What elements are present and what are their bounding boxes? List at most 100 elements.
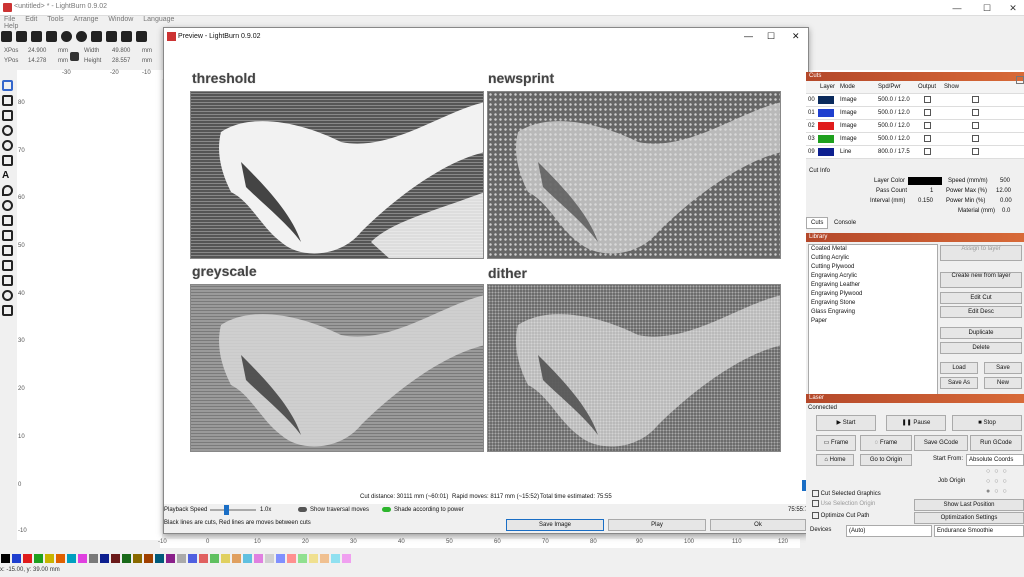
palette-swatch[interactable] [331, 554, 340, 563]
palette-swatch[interactable] [177, 554, 186, 563]
palette-swatch[interactable] [100, 554, 109, 563]
palette-swatch[interactable] [89, 554, 98, 563]
text-tool-icon[interactable]: A [2, 170, 13, 181]
speed-field[interactable]: 500 [1000, 176, 1010, 186]
show-checkbox[interactable] [972, 122, 979, 129]
play-button[interactable]: Play [608, 519, 706, 531]
library-item[interactable]: Paper [809, 317, 937, 326]
menu-window[interactable]: Window [108, 16, 133, 23]
ok-button[interactable]: Ok [710, 519, 806, 531]
pass-count-field[interactable]: 1 [930, 186, 933, 196]
device-select[interactable]: (Auto) [846, 525, 932, 537]
palette-swatch[interactable] [12, 554, 21, 563]
output-checkbox[interactable] [924, 109, 931, 116]
save-image-button[interactable]: Save Image [506, 519, 604, 531]
palette-swatch[interactable] [320, 554, 329, 563]
offset-tool-icon[interactable] [2, 200, 13, 211]
cut-selected-checkbox[interactable] [812, 490, 819, 497]
minimize-icon[interactable]: — [744, 31, 753, 41]
boolean-tool-icon[interactable] [2, 230, 13, 241]
palette-swatch[interactable] [254, 554, 263, 563]
palette-swatch[interactable] [67, 554, 76, 563]
save-gcode-button[interactable]: Save GCode [914, 435, 968, 451]
save-library-button[interactable]: Save [984, 362, 1022, 374]
layer-mode[interactable]: Line [840, 146, 851, 159]
optimize-cut-path[interactable]: Optimize Cut Path [812, 512, 869, 519]
cut-layer-row[interactable]: 09 Line 800.0 / 17.5 [806, 146, 1024, 159]
cut-layer-row[interactable]: 00 Image 500.0 / 12.0 [806, 94, 1024, 107]
layer-mode[interactable]: Image [840, 120, 857, 133]
show-checkbox[interactable] [972, 96, 979, 103]
palette-swatch[interactable] [188, 554, 197, 563]
output-checkbox[interactable] [924, 135, 931, 142]
palette-swatch[interactable] [221, 554, 230, 563]
align-tool-icon[interactable] [2, 260, 13, 271]
playback-slider-thumb[interactable] [224, 505, 229, 515]
palette-swatch[interactable] [122, 554, 131, 563]
palette-swatch[interactable] [23, 554, 32, 563]
xpos-field[interactable]: 24.900 [28, 48, 46, 54]
duplicate-button[interactable]: Duplicate [940, 327, 1022, 339]
optimize-checkbox[interactable] [812, 512, 819, 519]
array-tool-icon[interactable] [2, 275, 13, 286]
move-up-icon[interactable] [1016, 76, 1024, 84]
group-tool-icon[interactable] [2, 245, 13, 256]
power-max-field[interactable]: 12.00 [996, 186, 1011, 196]
position-tool-icon[interactable] [2, 185, 13, 196]
palette-swatch[interactable] [133, 554, 142, 563]
height-field[interactable]: 28.557 [112, 58, 130, 64]
layer-color-swatch[interactable] [908, 177, 942, 185]
palette-swatch[interactable] [210, 554, 219, 563]
delete-button[interactable]: Delete [940, 342, 1022, 354]
power-min-field[interactable]: 0.00 [1000, 196, 1012, 206]
load-button[interactable]: Load [940, 362, 978, 374]
save-as-button[interactable]: Save As [940, 377, 978, 389]
preview-canvas[interactable]: threshold newsprint greyscale dither [164, 46, 808, 504]
ellipse-tool-icon[interactable] [2, 125, 13, 136]
palette-swatch[interactable] [144, 554, 153, 563]
redo-icon[interactable] [75, 31, 87, 42]
rectangle-tool-icon[interactable] [2, 110, 13, 121]
menu-edit[interactable]: Edit [25, 16, 37, 23]
tab-console[interactable]: Console [830, 218, 860, 228]
interval-field[interactable]: 0.150 [918, 196, 933, 206]
show-checkbox[interactable] [972, 148, 979, 155]
palette-swatch[interactable] [34, 554, 43, 563]
cut-layer-row[interactable]: 02 Image 500.0 / 12.0 [806, 120, 1024, 133]
show-checkbox[interactable] [972, 135, 979, 142]
cut-icon[interactable] [105, 31, 117, 42]
palette-swatch[interactable] [298, 554, 307, 563]
new-library-button[interactable]: New [984, 377, 1022, 389]
palette-swatch[interactable] [309, 554, 318, 563]
weld-tool-icon[interactable] [2, 215, 13, 226]
menu-arrange[interactable]: Arrange [74, 16, 99, 23]
playback-slider[interactable] [210, 509, 256, 511]
library-item[interactable]: Engraving Stone [809, 299, 937, 308]
lock-icon[interactable] [70, 52, 79, 61]
use-selection-checkbox[interactable] [812, 500, 819, 507]
cut-selected-graphics[interactable]: Cut Selected Graphics [812, 490, 881, 497]
pause-button[interactable]: ❚❚ Pause [886, 415, 946, 431]
save-icon[interactable] [30, 31, 42, 42]
menu-tools[interactable]: Tools [47, 16, 63, 23]
library-item[interactable]: Cutting Acrylic [809, 254, 937, 263]
use-selection-origin[interactable]: Use Selection Origin [812, 500, 875, 507]
library-item[interactable]: Cutting Plywood [809, 263, 937, 272]
start-button[interactable]: ▶ Start [816, 415, 876, 431]
layer-mode[interactable]: Image [840, 107, 857, 120]
pen-tool-icon[interactable] [2, 95, 13, 106]
material-field[interactable]: 0.0 [1002, 206, 1010, 216]
stop-button[interactable]: ■ Stop [952, 415, 1022, 431]
copy-icon[interactable] [90, 31, 102, 42]
optimization-settings-button[interactable]: Optimization Settings [914, 512, 1024, 524]
palette-swatch[interactable] [243, 554, 252, 563]
traversal-toggle[interactable] [298, 507, 307, 512]
palette-swatch[interactable] [265, 554, 274, 563]
close-icon[interactable]: ✕ [792, 31, 800, 42]
assign-layer-button[interactable]: Assign to layer [940, 245, 1022, 261]
rotate-tool-icon[interactable] [2, 305, 13, 316]
radial-array-icon[interactable] [2, 290, 13, 301]
shade-toggle[interactable] [382, 507, 391, 512]
palette-swatch[interactable] [342, 554, 351, 563]
maximize-icon[interactable]: ☐ [767, 31, 775, 42]
